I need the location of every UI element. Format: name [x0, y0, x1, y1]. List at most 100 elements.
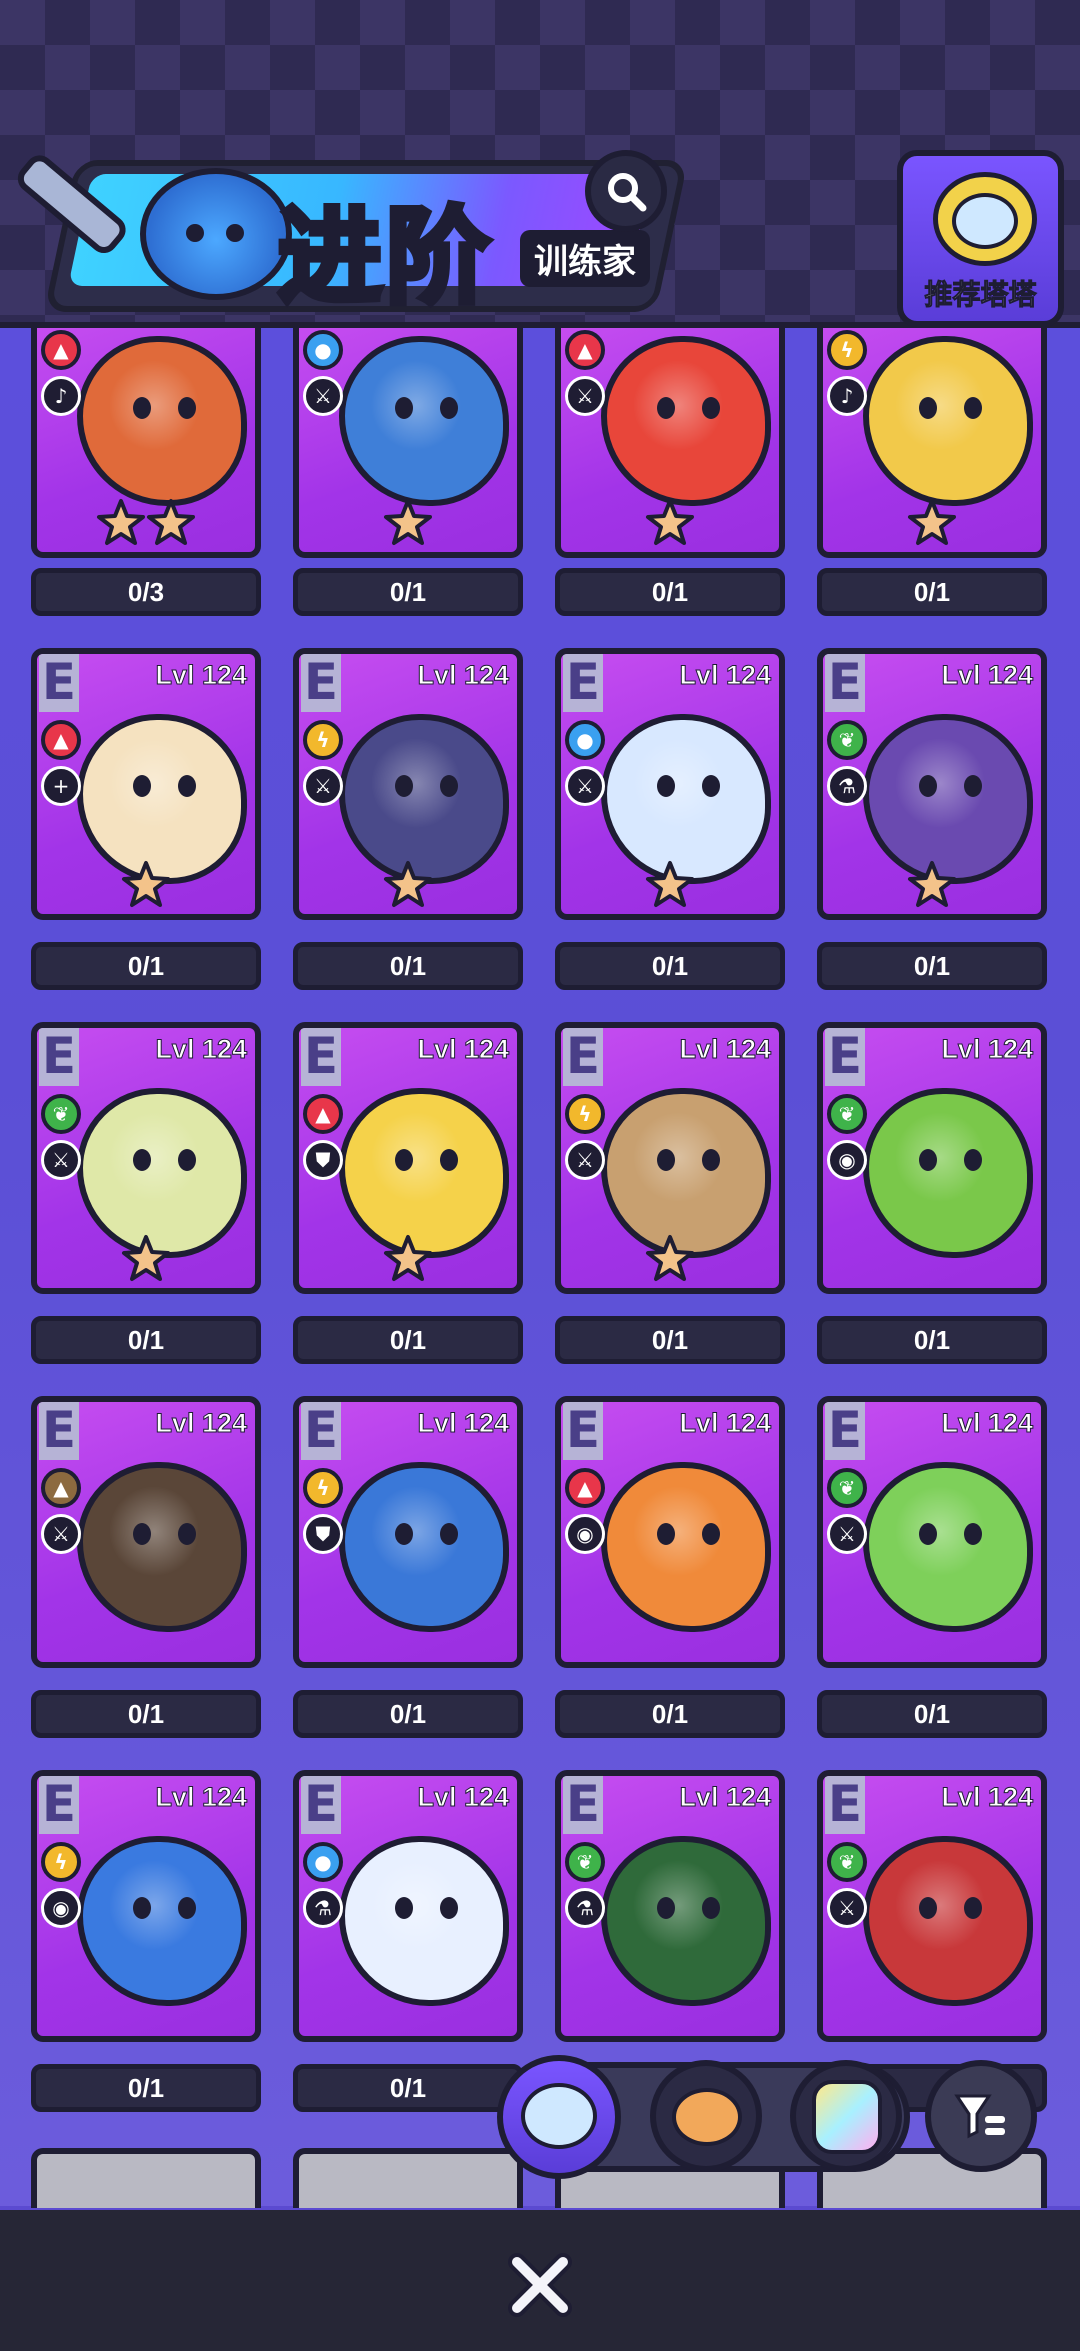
- creature-card[interactable]: E Lvl 124 ϟ ⚔: [555, 1022, 785, 1294]
- creature-card[interactable]: E Lvl 124 ϟ ⛊: [293, 1396, 523, 1668]
- flame-icon: ▲: [41, 720, 81, 760]
- star-icon: [121, 1234, 171, 1284]
- search-icon: [608, 173, 647, 212]
- close-button[interactable]: [500, 2245, 580, 2325]
- rank-badge: E: [39, 1402, 79, 1460]
- star-icon: [645, 1234, 695, 1284]
- tab-tata[interactable]: [497, 2055, 621, 2179]
- cat-robot-icon: [521, 2083, 597, 2149]
- star-icon: [96, 498, 146, 548]
- rank-badge: E: [39, 654, 79, 712]
- creature-card[interactable]: E Lvl 124 ▲ +: [31, 648, 261, 920]
- owned-count: 0/1: [817, 1690, 1047, 1738]
- creature-card[interactable]: E Lvl 124 ❦ ⚔: [31, 1022, 261, 1294]
- level-label: Lvl 124: [679, 1408, 772, 1439]
- creature-card[interactable]: E Lvl 124 ❦ ⚔: [817, 1396, 1047, 1668]
- star-icon: [383, 498, 433, 548]
- level-label: Lvl 124: [155, 1034, 248, 1065]
- star-icon: [383, 860, 433, 910]
- bell-icon: ♪: [41, 376, 81, 416]
- leaf-icon: ❦: [41, 1094, 81, 1134]
- creature-card[interactable]: E Lvl 124 ● ⚔: [555, 648, 785, 920]
- creature-card[interactable]: E Lvl 124 ❦ ⚗: [817, 648, 1047, 920]
- creature-card[interactable]: E Lvl 124 ϟ ◉: [31, 1770, 261, 2042]
- creature-portrait: [77, 1462, 247, 1632]
- tab-pets[interactable]: [650, 2060, 762, 2172]
- star-icon: [121, 860, 171, 910]
- star-rating: [383, 498, 433, 548]
- creature-card[interactable]: E Lvl 124 ▲ ⛊: [293, 1022, 523, 1294]
- creature-card[interactable]: E Lvl 124 ▲ ◉: [555, 1396, 785, 1668]
- rank-badge: E: [301, 1402, 341, 1460]
- sword-icon: ⚔: [41, 1140, 81, 1180]
- creature-card[interactable]: E Lvl 124 ▲ ⚔: [31, 1396, 261, 1668]
- leaf-icon: ❦: [827, 720, 867, 760]
- leaf-icon: ❦: [565, 1842, 605, 1882]
- creature-card[interactable]: ● ⚔: [293, 326, 523, 558]
- creature-card[interactable]: E Lvl 124 ϟ ⚔: [293, 648, 523, 920]
- close-icon: [508, 2253, 572, 2317]
- star-rating: [383, 860, 433, 910]
- tab-crystal[interactable]: [790, 2060, 902, 2172]
- crystal-cat-icon: [812, 2080, 882, 2154]
- star-icon: [907, 498, 957, 548]
- creature-card[interactable]: E Lvl 124 ● ⚗: [293, 1770, 523, 2042]
- rank-badge: E: [825, 1028, 865, 1086]
- creature-portrait: [339, 1462, 509, 1632]
- star-rating: [121, 860, 171, 910]
- creature-card[interactable]: ▲ ⚔: [555, 326, 785, 558]
- creature-portrait: [863, 1462, 1033, 1632]
- rank-badge: E: [825, 654, 865, 712]
- owned-count: 0/1: [555, 1690, 785, 1738]
- creature-portrait: [863, 1088, 1033, 1258]
- filter-icon: [954, 2094, 1005, 2139]
- leaf-icon: ❦: [827, 1842, 867, 1882]
- creature-card[interactable]: ▲ ♪: [31, 326, 261, 558]
- owned-count: 0/1: [817, 1316, 1047, 1364]
- shield-icon: ⛊: [303, 1140, 343, 1180]
- star-rating: [96, 498, 196, 548]
- creature-portrait: [601, 1088, 771, 1258]
- level-label: Lvl 124: [679, 1034, 772, 1065]
- search-button[interactable]: [585, 150, 667, 232]
- bell-icon: ♪: [827, 376, 867, 416]
- owned-count: 0/1: [555, 568, 785, 616]
- owned-count: 0/1: [31, 1690, 261, 1738]
- creature-portrait: [863, 336, 1033, 506]
- star-rating: [907, 860, 957, 910]
- creature-portrait: [77, 1088, 247, 1258]
- creature-portrait: [339, 1836, 509, 2006]
- creature-portrait: [77, 336, 247, 506]
- level-label: Lvl 124: [155, 1408, 248, 1439]
- level-label: Lvl 124: [417, 1408, 510, 1439]
- bolt-icon: ϟ: [303, 720, 343, 760]
- owned-count: 0/1: [293, 2064, 523, 2112]
- star-rating: [907, 498, 957, 548]
- rank-badge: E: [301, 1776, 341, 1834]
- sword-icon: ⚔: [827, 1514, 867, 1554]
- creature-portrait: [601, 1462, 771, 1632]
- rank-badge: E: [39, 1028, 79, 1086]
- level-label: Lvl 124: [679, 660, 772, 691]
- bolt-icon: ϟ: [827, 330, 867, 370]
- flame-icon: ▲: [303, 1094, 343, 1134]
- rank-badge: E: [563, 654, 603, 712]
- sword-icon: ⚔: [565, 1140, 605, 1180]
- hamster-icon: [672, 2088, 742, 2146]
- creature-card[interactable]: E Lvl 124 ❦ ⚔: [817, 1770, 1047, 2042]
- flame-icon: ▲: [565, 330, 605, 370]
- drop-icon: ●: [303, 1842, 343, 1882]
- owned-count: 0/1: [555, 1316, 785, 1364]
- locked-card: [293, 2148, 523, 2208]
- recommend-button[interactable]: 推荐塔塔: [897, 150, 1064, 327]
- rank-badge: E: [563, 1402, 603, 1460]
- level-label: Lvl 124: [941, 1034, 1034, 1065]
- creature-card[interactable]: E Lvl 124 ❦ ◉: [817, 1022, 1047, 1294]
- sword-icon: ⚔: [565, 376, 605, 416]
- creature-card[interactable]: ϟ ♪: [817, 326, 1047, 558]
- flame-icon: ▲: [565, 1468, 605, 1508]
- filter-button[interactable]: [925, 2060, 1037, 2172]
- creature-card[interactable]: E Lvl 124 ❦ ⚗: [555, 1770, 785, 2042]
- owned-count: 0/3: [31, 568, 261, 616]
- creature-portrait: [77, 1836, 247, 2006]
